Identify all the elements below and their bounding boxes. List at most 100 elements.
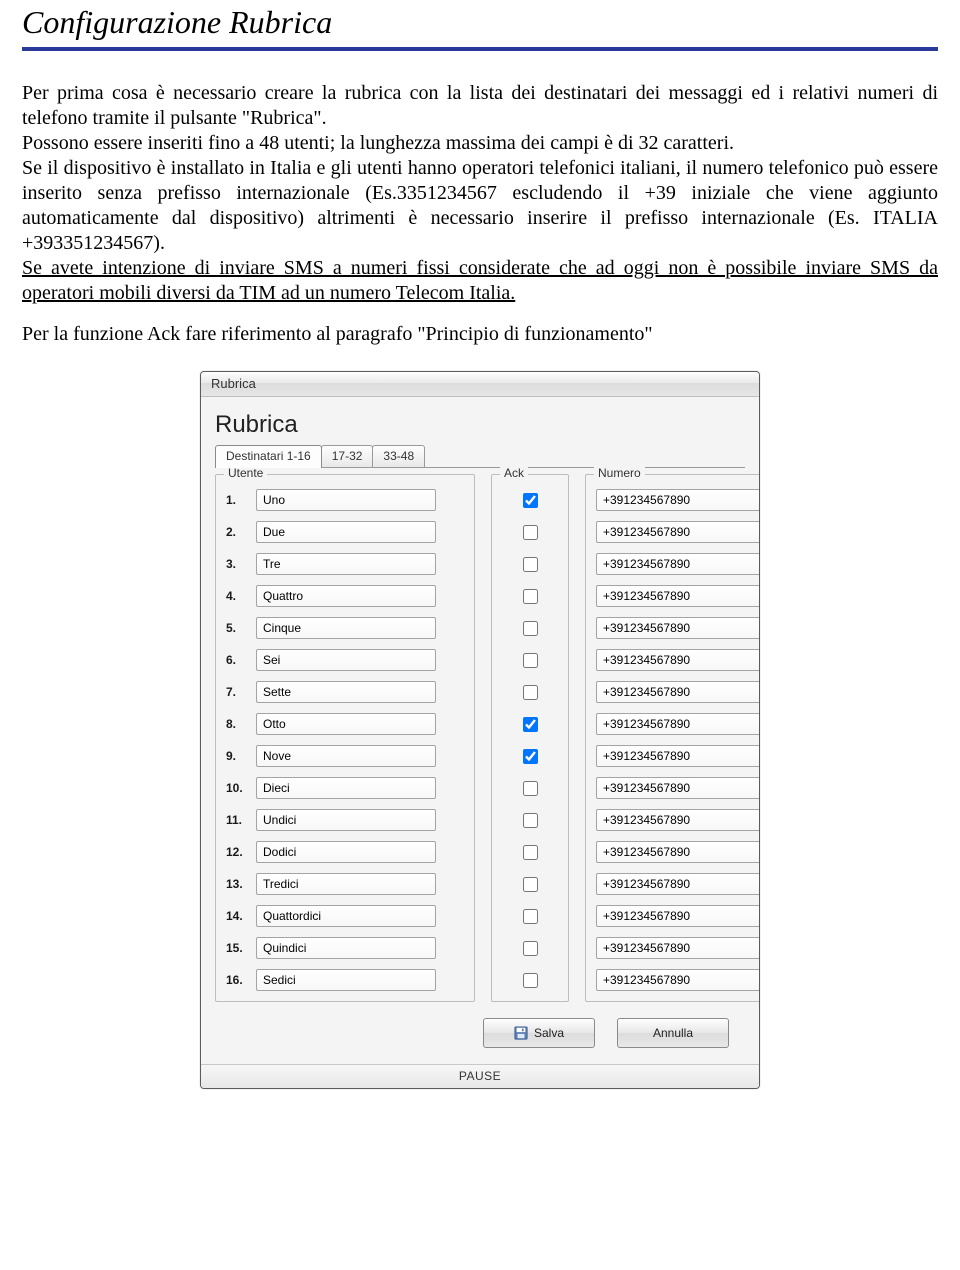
utente-row: 4. bbox=[226, 583, 464, 609]
numero-input[interactable] bbox=[596, 681, 760, 703]
numero-input[interactable] bbox=[596, 777, 760, 799]
numero-cell bbox=[596, 935, 760, 961]
ack-cell bbox=[502, 487, 558, 513]
ack-checkbox[interactable] bbox=[523, 589, 538, 604]
numero-cell bbox=[596, 679, 760, 705]
numero-input[interactable] bbox=[596, 521, 760, 543]
doc-paragraph-1: Per prima cosa è necessario creare la ru… bbox=[22, 81, 938, 131]
ack-cell bbox=[502, 711, 558, 737]
numero-cell bbox=[596, 583, 760, 609]
ack-checkbox[interactable] bbox=[523, 525, 538, 540]
row-number: 14. bbox=[226, 909, 250, 923]
tab-destinatari-1-16[interactable]: Destinatari 1-16 bbox=[215, 445, 322, 468]
doc-paragraph-4: Se avete intenzione di inviare SMS a num… bbox=[22, 256, 938, 306]
numero-input[interactable] bbox=[596, 809, 760, 831]
row-number: 7. bbox=[226, 685, 250, 699]
numero-input[interactable] bbox=[596, 617, 760, 639]
utente-input[interactable] bbox=[256, 809, 436, 831]
utente-input[interactable] bbox=[256, 745, 436, 767]
numero-input[interactable] bbox=[596, 841, 760, 863]
numero-input[interactable] bbox=[596, 553, 760, 575]
row-number: 3. bbox=[226, 557, 250, 571]
utente-input[interactable] bbox=[256, 905, 436, 927]
numero-input[interactable] bbox=[596, 873, 760, 895]
utente-input[interactable] bbox=[256, 681, 436, 703]
utente-row: 3. bbox=[226, 551, 464, 577]
legend-ack: Ack bbox=[500, 466, 528, 480]
numero-input[interactable] bbox=[596, 937, 760, 959]
numero-input[interactable] bbox=[596, 489, 760, 511]
ack-checkbox[interactable] bbox=[523, 557, 538, 572]
utente-input[interactable] bbox=[256, 713, 436, 735]
row-number: 9. bbox=[226, 749, 250, 763]
ack-checkbox[interactable] bbox=[523, 781, 538, 796]
row-number: 6. bbox=[226, 653, 250, 667]
rubrica-dialog: Rubrica Rubrica Destinatari 1-16 17-32 3… bbox=[200, 371, 760, 1089]
status-bar: PAUSE bbox=[201, 1064, 759, 1088]
row-number: 12. bbox=[226, 845, 250, 859]
numero-cell bbox=[596, 743, 760, 769]
utente-input[interactable] bbox=[256, 937, 436, 959]
utente-input[interactable] bbox=[256, 777, 436, 799]
tab-17-32[interactable]: 17-32 bbox=[321, 445, 374, 467]
title-rule bbox=[22, 47, 938, 51]
ack-checkbox[interactable] bbox=[523, 813, 538, 828]
utente-row: 12. bbox=[226, 839, 464, 865]
utente-input[interactable] bbox=[256, 841, 436, 863]
ack-cell bbox=[502, 615, 558, 641]
utente-input[interactable] bbox=[256, 969, 436, 991]
ack-checkbox[interactable] bbox=[523, 941, 538, 956]
ack-checkbox[interactable] bbox=[523, 877, 538, 892]
ack-cell bbox=[502, 967, 558, 993]
tab-33-48[interactable]: 33-48 bbox=[372, 445, 425, 467]
utente-input[interactable] bbox=[256, 553, 436, 575]
numero-input[interactable] bbox=[596, 585, 760, 607]
numero-input[interactable] bbox=[596, 905, 760, 927]
ack-cell bbox=[502, 519, 558, 545]
ack-cell bbox=[502, 807, 558, 833]
ack-checkbox[interactable] bbox=[523, 621, 538, 636]
dialog-titlebar: Rubrica bbox=[201, 372, 759, 397]
utente-input[interactable] bbox=[256, 873, 436, 895]
utente-row: 10. bbox=[226, 775, 464, 801]
ack-checkbox[interactable] bbox=[523, 653, 538, 668]
ack-cell bbox=[502, 935, 558, 961]
utente-row: 2. bbox=[226, 519, 464, 545]
cancel-button[interactable]: Annulla bbox=[617, 1018, 729, 1048]
utente-input[interactable] bbox=[256, 649, 436, 671]
cancel-button-label: Annulla bbox=[653, 1026, 693, 1040]
row-number: 4. bbox=[226, 589, 250, 603]
utente-row: 15. bbox=[226, 935, 464, 961]
doc-paragraph-5: Per la funzione Ack fare riferimento al … bbox=[22, 322, 938, 347]
ack-cell bbox=[502, 839, 558, 865]
ack-checkbox[interactable] bbox=[523, 845, 538, 860]
numero-cell bbox=[596, 487, 760, 513]
ack-checkbox[interactable] bbox=[523, 493, 538, 508]
ack-checkbox[interactable] bbox=[523, 749, 538, 764]
numero-input[interactable] bbox=[596, 713, 760, 735]
ack-checkbox[interactable] bbox=[523, 717, 538, 732]
ack-checkbox[interactable] bbox=[523, 909, 538, 924]
numero-input[interactable] bbox=[596, 969, 760, 991]
numero-input[interactable] bbox=[596, 745, 760, 767]
legend-numero: Numero bbox=[594, 466, 645, 480]
numero-cell bbox=[596, 871, 760, 897]
ack-checkbox[interactable] bbox=[523, 973, 538, 988]
row-number: 1. bbox=[226, 493, 250, 507]
numero-input[interactable] bbox=[596, 649, 760, 671]
utente-input[interactable] bbox=[256, 489, 436, 511]
panel-title: Rubrica bbox=[215, 411, 745, 439]
utente-row: 6. bbox=[226, 647, 464, 673]
utente-input[interactable] bbox=[256, 585, 436, 607]
utente-input[interactable] bbox=[256, 617, 436, 639]
row-number: 13. bbox=[226, 877, 250, 891]
ack-cell bbox=[502, 775, 558, 801]
ack-cell bbox=[502, 679, 558, 705]
ack-checkbox[interactable] bbox=[523, 685, 538, 700]
numero-cell bbox=[596, 551, 760, 577]
utente-row: 1. bbox=[226, 487, 464, 513]
save-button[interactable]: Salva bbox=[483, 1018, 595, 1048]
utente-input[interactable] bbox=[256, 521, 436, 543]
numero-cell bbox=[596, 615, 760, 641]
doc-paragraph-2: Possono essere inseriti fino a 48 utenti… bbox=[22, 131, 938, 156]
